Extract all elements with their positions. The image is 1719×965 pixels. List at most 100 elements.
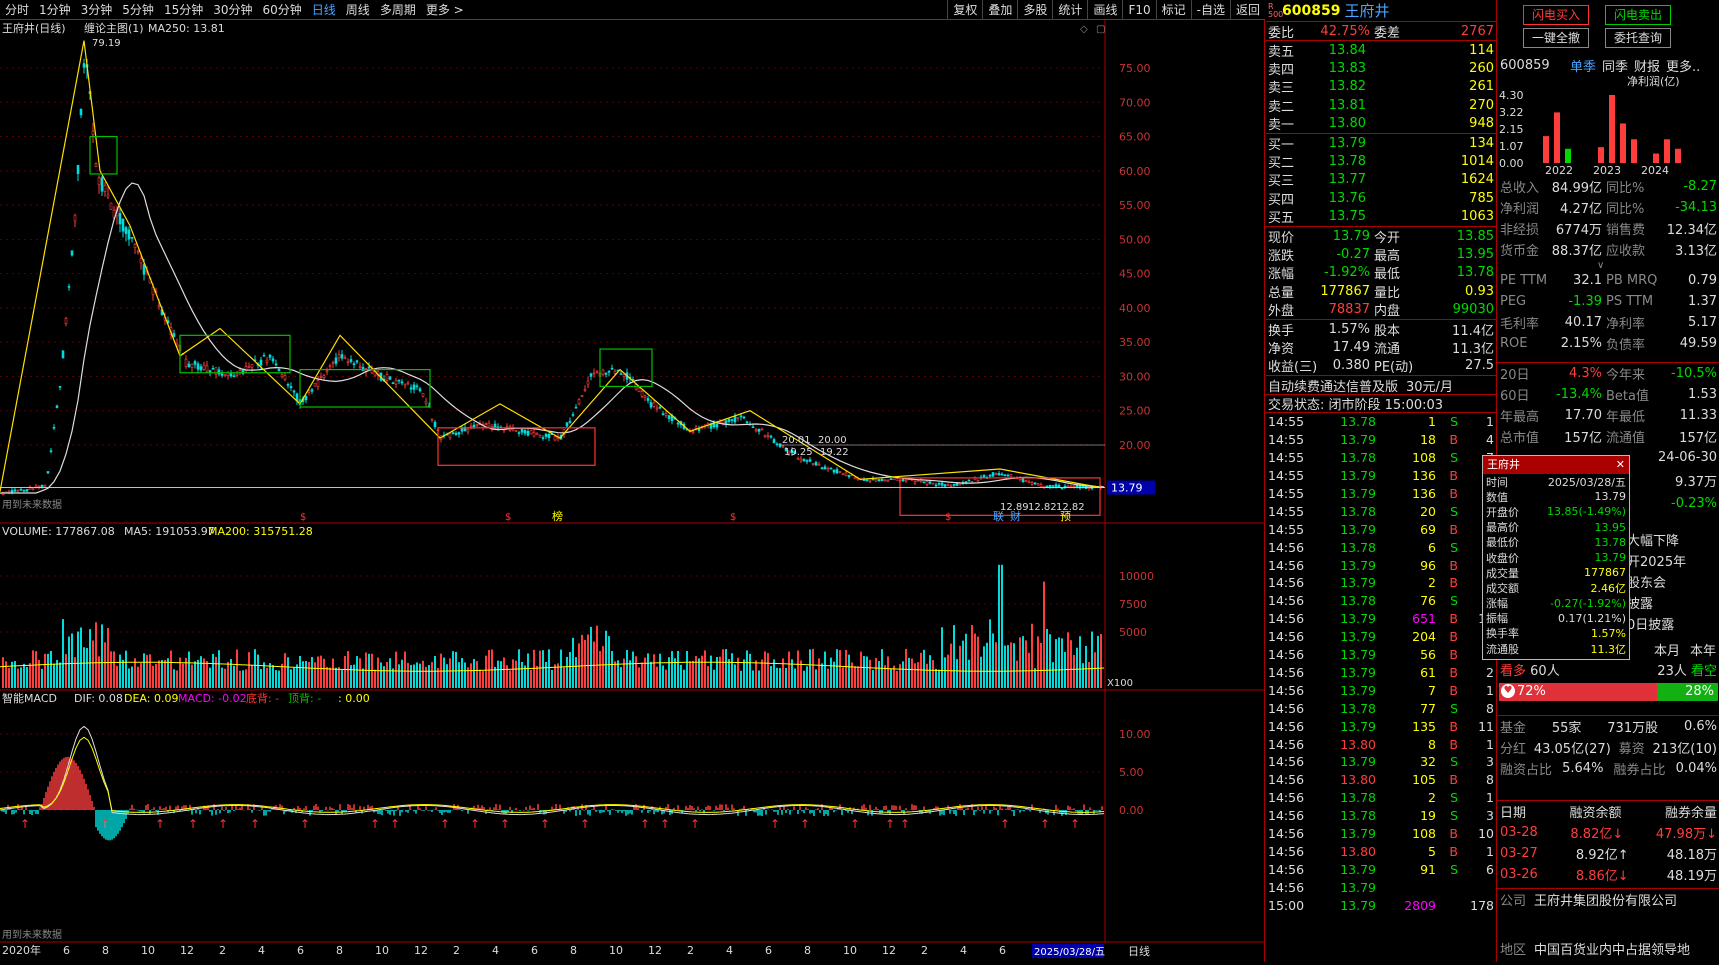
popup-value: 13.95 (1594, 520, 1627, 534)
period-tab-6[interactable]: 60分钟 (258, 1, 307, 18)
period-tab-4[interactable]: 15分钟 (159, 1, 208, 18)
volume-bar (842, 667, 844, 688)
volume-bar (338, 667, 340, 688)
order-query-button[interactable]: 委托查询 (1605, 28, 1671, 48)
period-tab-7[interactable]: 日线 (307, 1, 341, 18)
kline-chart-svg[interactable]: 75.0070.0065.0060.0055.0050.0045.0040.00… (0, 20, 1265, 962)
profit-bar (1675, 148, 1681, 163)
candle-body (664, 413, 668, 416)
volume-bar (59, 662, 61, 688)
period-tab-8[interactable]: 周线 (341, 1, 375, 18)
tick-price: 13.78 (1340, 593, 1376, 609)
news-item[interactable]: 披露 (1627, 593, 1719, 614)
volume-bar (1049, 634, 1051, 688)
candle-body (535, 433, 539, 436)
level-price: 13.77 (1328, 172, 1366, 188)
price-tick-label: 20.00 (1119, 439, 1151, 452)
volume-bar (959, 645, 961, 688)
flash-buy-button[interactable]: 闪电买入 (1523, 5, 1589, 25)
tick-list[interactable]: 14:55 13.78 1 S 1 14:55 13.79 18 B 4 14:55 13.78 108… (1266, 413, 1496, 914)
tool-button-4[interactable]: 画线 (1087, 0, 1122, 20)
candle-body (67, 286, 71, 288)
tool-button-1[interactable]: 叠加 (982, 0, 1017, 20)
candle-body (472, 424, 476, 428)
f10-tab-0[interactable]: 单季 (1570, 56, 1596, 75)
volume-bar (542, 650, 544, 688)
candle-body (715, 423, 719, 428)
period-tab-3[interactable]: 5分钟 (117, 1, 159, 18)
close-icon[interactable]: ✕ (1616, 456, 1629, 474)
news-item[interactable]: 大幅下降 (1627, 530, 1719, 551)
news-list[interactable]: 大幅下降 开2025年 股东会 披露 0日披露 (1627, 530, 1719, 635)
news-item[interactable]: 0日披露 (1627, 614, 1719, 635)
period-tab-10[interactable]: 更多 > (421, 1, 469, 18)
volume-bar (422, 660, 424, 688)
candle-body (838, 471, 842, 473)
tick-price: 13.79 (1340, 897, 1376, 913)
tick-count: 178 (1470, 897, 1494, 913)
tick-time: 14:56 (1268, 629, 1305, 645)
news-item[interactable]: 开2025年 (1627, 551, 1719, 572)
volume-bar (356, 656, 358, 688)
volume-bar (764, 651, 766, 688)
x-axis-label: 2 (219, 944, 226, 957)
stat-label: 外盘 (1268, 304, 1295, 320)
volume-bar (626, 650, 628, 688)
f10-tab-1[interactable]: 同季 (1602, 56, 1628, 75)
volume-bar (806, 666, 808, 688)
mt-val2: 48.18万 (1666, 848, 1717, 863)
period-tab-0[interactable]: 分时 (0, 1, 34, 18)
tick-price: 13.78 (1340, 539, 1376, 555)
tool-button-0[interactable]: 复权 (947, 0, 982, 20)
volume-bar (86, 647, 88, 688)
tick-direction: B (1449, 557, 1458, 573)
dollar-marker: $ (730, 512, 736, 523)
tool-button-5[interactable]: F10 (1122, 0, 1155, 20)
tick-direction: S (1450, 450, 1458, 466)
candle-body (1066, 485, 1070, 488)
period-tab-9[interactable]: 多周期 (375, 1, 421, 18)
candle-body (697, 428, 701, 431)
tool-button-8[interactable]: 返回 (1229, 0, 1265, 20)
candle-body (139, 258, 143, 264)
candle-body (937, 483, 941, 485)
volume-bar (302, 661, 304, 688)
volume-bar (1058, 637, 1060, 688)
volume-bar (752, 670, 754, 688)
candle-body (10, 490, 14, 493)
popup-value: 11.3亿 (1590, 642, 1627, 656)
mt-head: 日期 (1500, 806, 1527, 821)
tool-button-3[interactable]: 统计 (1052, 0, 1087, 20)
up-arrow-icon: ↑ (300, 817, 310, 831)
candle-body (1033, 482, 1037, 485)
candle-body (433, 421, 437, 427)
period-tab-1[interactable]: 1分钟 (34, 1, 76, 18)
volume-bar (974, 633, 976, 688)
volume-bar (560, 649, 562, 688)
stat-value: 13.85 (1456, 228, 1494, 244)
volume-bar (206, 661, 208, 688)
tool-button-6[interactable]: 标记 (1155, 0, 1191, 20)
volume-bar (845, 649, 847, 688)
volume-bar (380, 662, 382, 688)
f10-tab-3[interactable]: 更多.. (1666, 56, 1700, 75)
candle-body (196, 363, 200, 370)
data-tooltip-popup[interactable]: 王府井 ✕ 时间 2025/03/28/五 数值 13.79 开盘价 13.85(-1.49… (1482, 455, 1630, 660)
promo-row[interactable]: 自动续费通达信普及版 30元/月 (1266, 375, 1496, 395)
price-tick-label: 55.00 (1119, 199, 1151, 212)
tick-row: 14:5513.7820S3 (1266, 502, 1496, 520)
f10-label: 同比% (1606, 181, 1645, 196)
kline-chart-area[interactable]: 75.00 70.00 65.00 60.00 55.00 50.00 45.00 40.00… (0, 20, 1265, 962)
flash-sell-button[interactable]: 闪电卖出 (1605, 5, 1671, 25)
tick-count: 1 (1486, 682, 1494, 698)
f10-value: 157亿 (1564, 431, 1602, 446)
tick-count: 1 (1486, 790, 1494, 806)
period-tab-2[interactable]: 3分钟 (76, 1, 118, 18)
period-tab-5[interactable]: 30分钟 (208, 1, 257, 18)
tool-button-2[interactable]: 多股 (1017, 0, 1052, 20)
f10-tab-2[interactable]: 财报 (1634, 56, 1660, 75)
tool-button-7[interactable]: -自选 (1190, 0, 1230, 20)
candle-body (565, 422, 569, 427)
news-item[interactable]: 股东会 (1627, 572, 1719, 593)
cancel-all-button[interactable]: 一键全撤 (1523, 28, 1589, 48)
